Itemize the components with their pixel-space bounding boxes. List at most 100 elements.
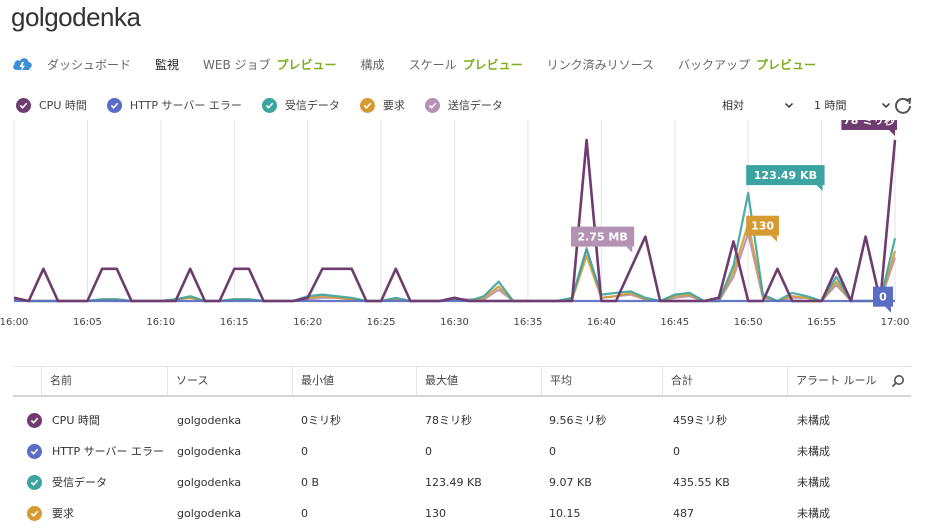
check-icon bbox=[106, 97, 122, 113]
cell-total: 459ミリ秒 bbox=[673, 414, 727, 427]
cell-min: 0 bbox=[301, 507, 308, 520]
column-header-avg[interactable]: 平均 bbox=[541, 367, 662, 395]
preview-badge: プレビュー bbox=[276, 57, 337, 72]
tab-label: バックアップ bbox=[678, 57, 751, 72]
tab-scale[interactable]: スケール プレビュー bbox=[409, 56, 523, 73]
cell-avg: 10.15 bbox=[549, 507, 581, 520]
tab-monitor[interactable]: 監視 bbox=[155, 56, 179, 73]
cell-max: 78ミリ秒 bbox=[425, 414, 472, 427]
cell-source: golgodenka bbox=[177, 476, 242, 489]
cell-max: 0 bbox=[425, 445, 432, 458]
column-header-name[interactable]: 名前 bbox=[41, 367, 167, 395]
nav-tabs: ダッシュボード 監視 WEB ジョブ プレビュー 構成 スケール プレビュー リンク… bbox=[11, 52, 840, 76]
cell-avg: 9.56ミリ秒 bbox=[549, 414, 607, 427]
legend-label: 要求 bbox=[382, 99, 405, 112]
chevron-down-icon bbox=[784, 102, 794, 109]
cell-alert: 未構成 bbox=[797, 507, 830, 520]
app-title: golgodenka bbox=[11, 2, 141, 32]
table-header: 名前 ソース 最小値 最大値 平均 合計 アラート ルール bbox=[13, 366, 911, 397]
check-icon bbox=[261, 97, 277, 113]
cell-min: 0 bbox=[301, 445, 308, 458]
x-tick-label: 16:30 bbox=[440, 317, 469, 328]
check-icon bbox=[424, 97, 440, 113]
cell-min: 0ミリ秒 bbox=[301, 414, 341, 427]
x-tick-label: 16:40 bbox=[587, 317, 616, 328]
x-tick-label: 16:05 bbox=[73, 317, 102, 328]
value-callout-label: 123.49 KB bbox=[754, 169, 817, 182]
cell-total: 487 bbox=[673, 507, 694, 520]
cell-name: HTTP サーバー エラー bbox=[52, 445, 165, 458]
tab-linked-resources[interactable]: リンク済みリソース bbox=[547, 56, 654, 73]
value-callout-label: 78 ミリ秒 bbox=[843, 120, 895, 127]
value-callout-label: 2.75 MB bbox=[577, 231, 627, 244]
column-header-max[interactable]: 最大値 bbox=[416, 367, 541, 395]
metrics-chart: 16:00 16:05 16:10 16:15 16:20 16:25 16:30 16:35… bbox=[0, 110, 929, 335]
cell-max: 123.49 KB bbox=[425, 476, 482, 489]
cell-total: 435.55 KB bbox=[673, 476, 730, 489]
cell-name: 受信データ bbox=[52, 476, 107, 489]
value-callout-label: 130 bbox=[751, 220, 774, 233]
check-icon[interactable] bbox=[27, 413, 42, 428]
range-select[interactable]: 1 時間 bbox=[814, 97, 891, 113]
cell-avg: 0 bbox=[549, 445, 556, 458]
legend-label: HTTP サーバー エラー bbox=[129, 99, 242, 112]
value-callout-label: 0 bbox=[879, 291, 887, 304]
chevron-down-icon bbox=[881, 102, 890, 109]
x-tick-label: 16:00 bbox=[0, 317, 28, 328]
cell-name: 要求 bbox=[52, 507, 74, 520]
cell-source: golgodenka bbox=[177, 414, 242, 427]
check-icon[interactable] bbox=[27, 475, 42, 490]
x-tick-label: 16:20 bbox=[293, 317, 322, 328]
value-callout-pointer bbox=[889, 130, 895, 136]
x-tick-label: 16:55 bbox=[807, 317, 836, 328]
cell-source: golgodenka bbox=[177, 445, 242, 458]
mode-select[interactable]: 相対 bbox=[722, 97, 794, 113]
legend-item-data-out[interactable]: 送信データ bbox=[424, 97, 503, 113]
table-row[interactable]: HTTP サーバー エラー golgodenka 0 0 0 0 未構成 bbox=[13, 436, 911, 467]
table-row[interactable]: 要求 golgodenka 0 130 10.15 487 未構成 bbox=[13, 498, 911, 529]
legend-label: 送信データ bbox=[447, 99, 503, 112]
tab-webjobs[interactable]: WEB ジョブ プレビュー bbox=[203, 56, 337, 73]
table-row[interactable]: 受信データ golgodenka 0 B 123.49 KB 9.07 KB 4… bbox=[13, 467, 911, 498]
x-tick-label: 16:10 bbox=[146, 317, 175, 328]
legend-label: 受信データ bbox=[284, 99, 340, 112]
legend-item-http-server-errors[interactable]: HTTP サーバー エラー bbox=[106, 97, 242, 113]
tab-label: 構成 bbox=[360, 57, 385, 72]
table-row[interactable]: CPU 時間 golgodenka 0ミリ秒 78ミリ秒 9.56ミリ秒 459… bbox=[13, 405, 911, 436]
check-icon bbox=[16, 97, 31, 113]
chart-legend: CPU 時間 HTTP サーバー エラー 受信データ 要求 送信データ bbox=[16, 97, 523, 113]
metrics-chart-svg: 16:00 16:05 16:10 16:15 16:20 16:25 16:30 16:35… bbox=[0, 110, 910, 328]
x-tick-label: 16:35 bbox=[514, 317, 543, 328]
value-callout-pointer bbox=[885, 306, 891, 313]
column-header-total[interactable]: 合計 bbox=[662, 367, 787, 395]
tab-dashboard[interactable]: ダッシュボード bbox=[47, 56, 131, 73]
mode-select-value: 相対 bbox=[722, 99, 744, 112]
column-header-source[interactable]: ソース bbox=[167, 367, 292, 395]
x-tick-label: 17:00 bbox=[881, 317, 910, 328]
metrics-table: 名前 ソース 最小値 最大値 平均 合計 アラート ルール CPU 時間 gol… bbox=[13, 366, 911, 529]
legend-item-cpu-time[interactable]: CPU 時間 bbox=[16, 97, 87, 113]
check-icon[interactable] bbox=[27, 506, 42, 521]
preview-badge: プレビュー bbox=[462, 57, 523, 72]
tab-label: スケール bbox=[408, 57, 457, 72]
value-callout-pointer bbox=[770, 235, 777, 242]
column-header-min[interactable]: 最小値 bbox=[292, 367, 416, 395]
cell-total: 0 bbox=[673, 445, 680, 458]
refresh-icon[interactable] bbox=[893, 95, 913, 115]
tab-backups[interactable]: バックアップ プレビュー bbox=[678, 56, 816, 73]
tab-label: WEB ジョブ bbox=[203, 57, 271, 72]
preview-badge: プレビュー bbox=[756, 57, 817, 72]
check-icon[interactable] bbox=[27, 444, 42, 459]
legend-item-requests[interactable]: 要求 bbox=[359, 97, 405, 113]
tab-configure[interactable]: 構成 bbox=[361, 56, 385, 73]
cell-avg: 9.07 KB bbox=[549, 476, 592, 489]
legend-item-data-in[interactable]: 受信データ bbox=[261, 97, 340, 113]
cell-min: 0 B bbox=[301, 476, 320, 489]
check-icon bbox=[359, 97, 375, 113]
column-header-alert-rules[interactable]: アラート ルール bbox=[787, 367, 883, 395]
search-icon[interactable] bbox=[891, 374, 905, 388]
tab-label: リンク済みリソース bbox=[546, 57, 654, 72]
cell-alert: 未構成 bbox=[797, 414, 830, 427]
cell-alert: 未構成 bbox=[797, 445, 830, 458]
tab-label: ダッシュボード bbox=[47, 57, 132, 72]
